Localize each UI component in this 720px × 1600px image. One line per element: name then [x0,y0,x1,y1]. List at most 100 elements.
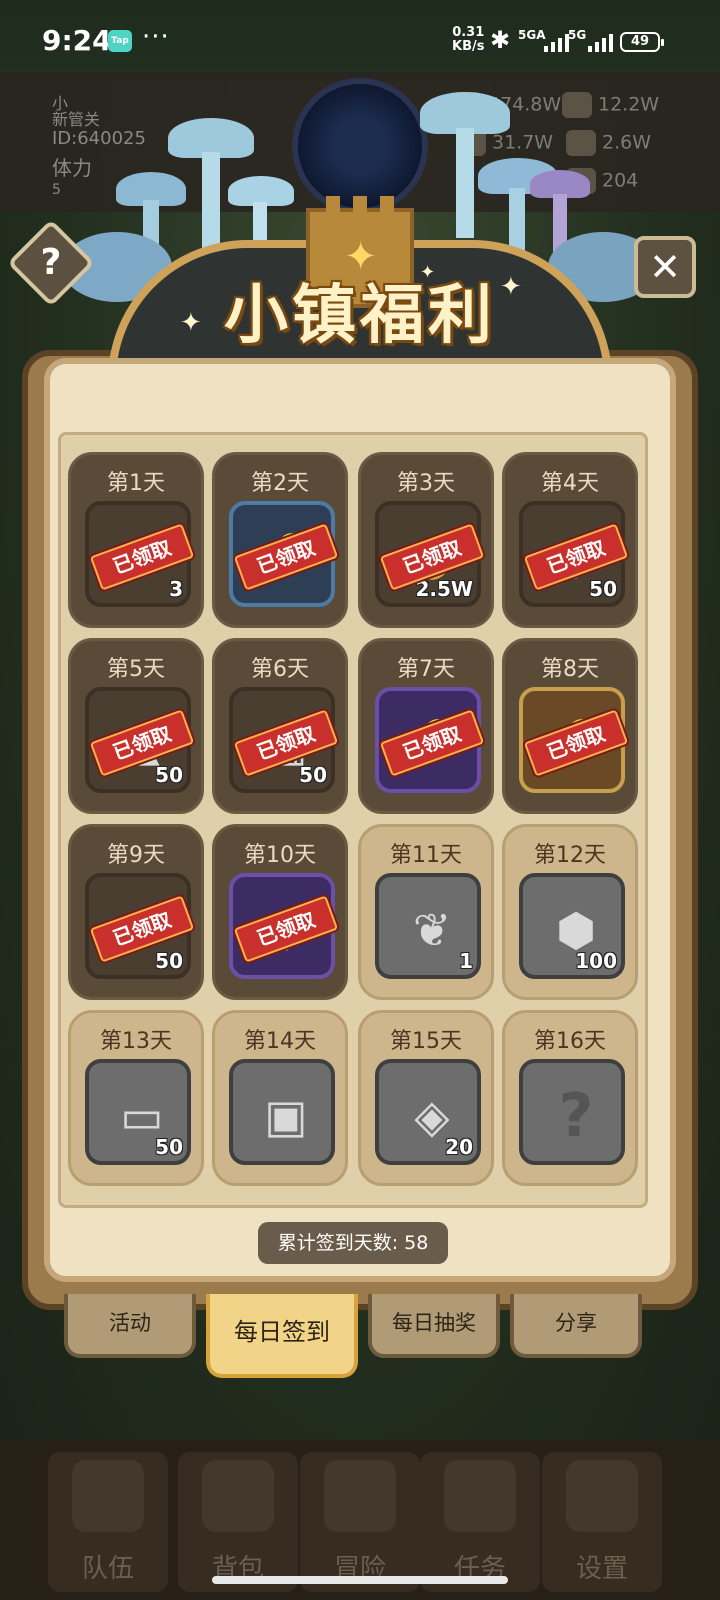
battery-indicator: 49 [620,32,664,52]
gesture-bar[interactable] [212,1576,508,1584]
status-time: 9:24 [42,24,112,57]
reward-quantity: 50 [589,577,617,601]
resource-value: 204 [602,169,639,192]
day-label: 第14天 [244,1029,316,1054]
network-speed-value: 0.31 [452,25,485,40]
swords-icon [324,1460,396,1532]
nav-quest[interactable]: 任务 [420,1452,540,1592]
signal-icon [544,32,569,52]
stamina-label: 体力 [52,156,92,180]
player-name: 小 新管关 [52,94,101,129]
nav-settings[interactable]: 设置 [542,1452,662,1592]
nav-label: 设置 [575,1554,628,1584]
reward-slot[interactable]: ▭ 50 [85,1059,191,1165]
backpack-icon: ▣ [264,1089,308,1143]
tab-share[interactable]: 分享 [510,1294,642,1358]
day-card-12[interactable]: 第12天 ⬢ 100 [502,824,638,1000]
iron-icon [562,92,592,118]
reward-slot[interactable]: 🔑已领取 [229,501,339,607]
reward-slot[interactable]: ◆50已领取 [519,501,629,607]
day-card-8[interactable]: 第8天 🔑已领取 [502,638,638,814]
day-label: 第8天 [541,657,599,682]
resource-value: 31.7W [492,131,554,154]
reward-slot[interactable]: ⚱3已领取 [85,501,195,607]
network-speed-unit: KB/s [452,39,485,54]
resource-value: 12.2W [598,93,660,116]
day-card-9[interactable]: 第9天 ▬50已领取 [68,824,204,1000]
avatar [292,78,428,214]
reward-slot[interactable]: 🔑已领取 [375,687,485,793]
sim1-label: 5GA [518,28,546,42]
scroll-icon [202,1460,274,1532]
network-speed: 0.31 KB/s [452,26,484,54]
tab-daily-checkin[interactable]: 每日签到 [206,1294,358,1378]
nav-adventure[interactable]: 冒险 [300,1452,420,1592]
day-card-10[interactable]: 第10天 †已领取 [212,824,348,1000]
reward-slot[interactable]: †已领取 [229,873,339,979]
reward-slot[interactable]: ? [519,1059,625,1165]
sim2-label: 5G [568,28,587,42]
day-label: 第5天 [107,657,165,682]
resource-value: 2.6W [602,131,652,154]
reward-slot[interactable]: 🔑已领取 [519,687,629,793]
day-card-3[interactable]: 第3天 ◉2.5W已领取 [358,452,494,628]
day-label: 第6天 [251,657,309,682]
reward-slot[interactable]: ❦ 1 [375,873,481,979]
reward-quantity: 3 [169,577,183,601]
reward-quantity: 50 [155,763,183,787]
reward-slot[interactable]: ▣ [229,1059,335,1165]
more-notifications-icon: ··· [142,22,170,52]
sparkle-icon: ✦ [180,308,202,338]
day-label: 第9天 [107,843,165,868]
feather-icon: ❦ [412,903,452,957]
day-label: 第2天 [251,471,309,496]
sparkle-icon: ✦ [420,262,436,283]
reward-slot[interactable]: ▲50已领取 [85,687,195,793]
day-card-1[interactable]: 第1天 ⚱3已领取 [68,452,204,628]
reward-slot[interactable]: ▦50已领取 [229,687,339,793]
day-label: 第11天 [390,843,462,868]
day-card-11[interactable]: 第11天 ❦ 1 [358,824,494,1000]
reward-quantity: 20 [445,1135,473,1159]
leather-icon [566,130,596,156]
day-card-7[interactable]: 第7天 🔑已领取 [358,638,494,814]
reward-quantity: 100 [575,949,617,973]
tab-activity[interactable]: 活动 [64,1294,196,1358]
tab-daily-lottery[interactable]: 每日抽奖 [368,1294,500,1358]
gear-icon [566,1460,638,1532]
reward-quantity: 50 [299,763,327,787]
day-card-15[interactable]: 第15天 ◈ 20 [358,1010,494,1186]
day-label: 第12天 [534,843,606,868]
reward-slot[interactable]: ▬50已领取 [85,873,195,979]
player-id: ID:640025 [52,128,146,149]
reward-slot[interactable]: ◉2.5W已领取 [375,501,485,607]
stamina-value: 5 [52,182,61,198]
day-card-14[interactable]: 第14天 ▣ [212,1010,348,1186]
nav-bag[interactable]: 背包 [178,1452,298,1592]
reward-quantity: 2.5W [415,577,474,601]
day-card-5[interactable]: 第5天 ▲50已领取 [68,638,204,814]
helmet-icon [72,1460,144,1532]
signal-icon [588,32,613,52]
day-card-2[interactable]: 第2天 🔑已领取 [212,452,348,628]
day-card-16[interactable]: 第16天? [502,1010,638,1186]
resource-iron: 12.2W [562,92,659,118]
nav-team[interactable]: 队伍 [48,1452,168,1592]
day-label: 第16天 [534,1029,606,1054]
reward-quantity: 50 [155,949,183,973]
sparkle-icon: ✦ [500,272,522,302]
resource-leather: 2.6W [566,130,651,156]
reward-slot[interactable]: ⬢ 100 [519,873,625,979]
day-card-13[interactable]: 第13天 ▭ 50 [68,1010,204,1186]
reward-slot[interactable]: ◈ 20 [375,1059,481,1165]
day-label: 第4天 [541,471,599,496]
day-label: 第15天 [390,1029,462,1054]
modal-title: 小镇福利 [224,279,496,353]
day-card-4[interactable]: 第4天 ◆50已领取 [502,452,638,628]
day-label: 第3天 [397,471,455,496]
quest-icon [444,1460,516,1532]
reward-quantity: 50 [155,1135,183,1159]
day-card-6[interactable]: 第6天 ▦50已领取 [212,638,348,814]
day-label: 第7天 [397,657,455,682]
reward-quantity: 1 [459,949,473,973]
